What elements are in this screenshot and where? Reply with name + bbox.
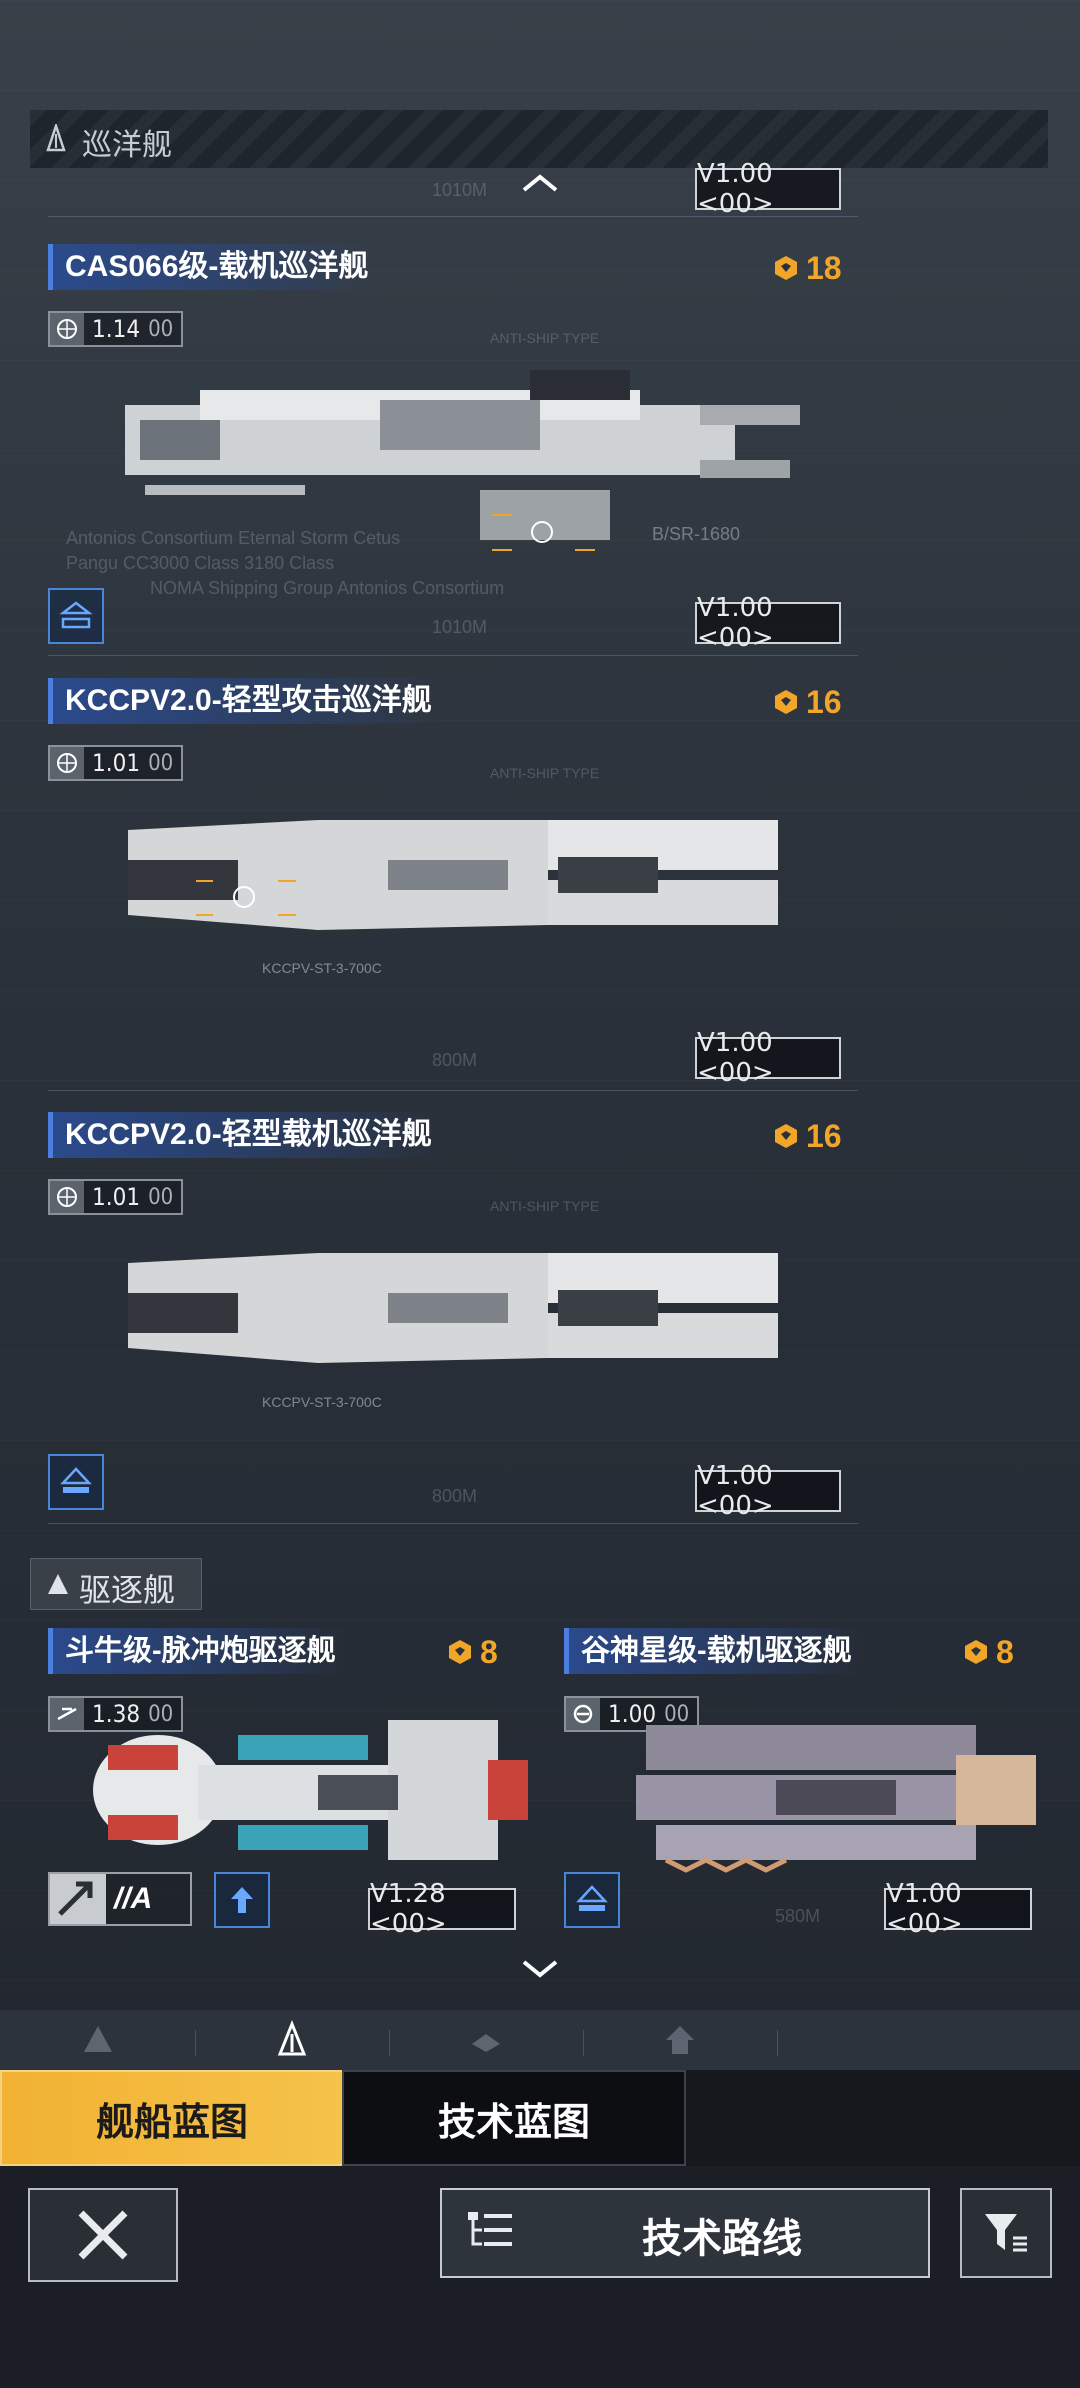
blueprint-length: 580M xyxy=(775,1906,821,1926)
role-tag: //A xyxy=(48,1872,192,1926)
cost-icon xyxy=(775,1124,797,1148)
globe-icon xyxy=(50,1181,84,1213)
cost-icon xyxy=(775,256,797,280)
blueprint-version: V1.00 <00> xyxy=(695,593,841,653)
tab-ship-blueprints[interactable]: 舰船蓝图 xyxy=(0,2070,344,2166)
cruiser-section-header: 巡洋舰 xyxy=(30,110,1048,168)
close-button[interactable] xyxy=(28,2188,178,2282)
blueprint-line xyxy=(48,1090,858,1091)
globe-icon xyxy=(50,313,84,345)
cost-value: 16 xyxy=(806,683,842,720)
tab-separator xyxy=(195,2030,196,2056)
ship-image-taurus xyxy=(93,1720,528,1860)
top-blueprint-version: V1.00 <00> xyxy=(695,159,841,219)
blueprint-version: V1.00 <00> xyxy=(695,1461,841,1521)
ship-version: 1.14 00 xyxy=(48,311,184,347)
ship-title: CAS066级-载机巡洋舰 xyxy=(48,244,381,290)
cost-icon xyxy=(775,690,797,714)
blueprint-length: 1010M xyxy=(432,617,488,637)
ship-cost: 8 xyxy=(446,1632,498,1672)
ship-version: 1.01 00 xyxy=(48,1179,184,1215)
category-tab-bar xyxy=(0,2010,1080,2070)
route-icon xyxy=(468,2212,512,2246)
ship-title: 谷神星级-载机驱逐舰 xyxy=(564,1628,864,1674)
blueprint-type: ANTI-SHIP TYPE xyxy=(490,765,600,781)
role-tag-label: //A xyxy=(114,1882,153,1915)
attack-icon xyxy=(50,1874,106,1924)
cost-value: 8 xyxy=(996,1633,1014,1670)
scroll-up-icon[interactable] xyxy=(520,172,560,194)
blueprint-type: ANTI-SHIP TYPE xyxy=(490,330,600,346)
cruiser-icon xyxy=(46,124,66,152)
tab-separator xyxy=(389,2030,390,2056)
action-bar: 技术路线 xyxy=(0,2166,1080,2388)
version-value: 1.01 xyxy=(92,1183,141,1211)
cost-value: 16 xyxy=(806,1117,842,1154)
blueprint-version: V1.00 <00> xyxy=(695,1028,841,1088)
ship-title: KCCPV2.0-轻型载机巡洋舰 xyxy=(48,1112,444,1158)
blueprint-type: ANTI-SHIP TYPE xyxy=(490,1198,600,1214)
frigate-category-icon[interactable] xyxy=(660,2020,700,2060)
ship-image-kccpv-attack xyxy=(128,820,778,930)
blueprint-tab-row: 舰船蓝图 技术蓝图 xyxy=(0,2070,1080,2166)
ship-cost: 16 xyxy=(772,682,842,722)
blueprint-length: 1010M xyxy=(432,180,488,200)
blueprint-line xyxy=(48,655,858,656)
ship-image-ceres xyxy=(636,1725,1036,1873)
blueprint-type-icon xyxy=(48,1454,104,1510)
ship-title: KCCPV2.0-轻型攻击巡洋舰 xyxy=(48,678,444,724)
cruiser-category-icon[interactable] xyxy=(272,2020,312,2060)
close-icon xyxy=(78,2210,128,2260)
blueprint-type-icon xyxy=(564,1872,620,1928)
ship-image-kccpv-carrier xyxy=(128,1253,778,1363)
version-value: 1.01 xyxy=(92,749,141,777)
tech-route-button[interactable]: 技术路线 xyxy=(440,2188,930,2278)
destroyer-section-header: 驱逐舰 xyxy=(30,1558,202,1610)
upgrade-icon xyxy=(214,1872,270,1928)
scroll-down-icon[interactable] xyxy=(520,1958,560,1980)
destroyer-category-icon[interactable] xyxy=(466,2020,506,2060)
blueprint-code: KCCPV-ST-3-700C xyxy=(262,1394,382,1410)
faction-icon xyxy=(50,1698,84,1730)
tab-tech-blueprints[interactable]: 技术蓝图 xyxy=(342,2070,686,2166)
filter-icon xyxy=(985,2214,1027,2252)
version-value: 1.14 xyxy=(92,315,141,343)
tech-route-label: 技术路线 xyxy=(642,2217,802,2261)
ship-image-cas066 xyxy=(125,370,800,551)
ship-cost: 8 xyxy=(962,1632,1014,1672)
destroyer-icon xyxy=(48,1574,68,1594)
blueprint-caption: NOMA Shipping Group Antonios Consortium xyxy=(150,578,505,598)
blueprint-line xyxy=(48,1523,858,1524)
tab-separator xyxy=(777,2030,778,2056)
version-suffix: 00 xyxy=(148,316,174,342)
cost-icon xyxy=(965,1640,987,1664)
ship-version: 1.01 00 xyxy=(48,745,184,781)
cost-value: 18 xyxy=(806,249,842,286)
version-suffix: 00 xyxy=(148,1184,174,1210)
ship-cost: 18 xyxy=(772,248,842,288)
destroyer-section-title: 驱逐舰 xyxy=(79,1572,176,1608)
carrier-category-icon[interactable] xyxy=(78,2020,118,2060)
blueprint-type-icon xyxy=(48,588,104,644)
cost-icon xyxy=(449,1640,471,1664)
tab-separator xyxy=(583,2030,584,2056)
globe-icon xyxy=(50,747,84,779)
blueprint-version: V1.28 <00> xyxy=(368,1879,516,1939)
cost-value: 8 xyxy=(480,1633,498,1670)
blueprint-code: KCCPV-ST-3-700C xyxy=(262,960,382,976)
blueprint-version: V1.00 <00> xyxy=(884,1879,1032,1939)
blueprint-length: 800M xyxy=(432,1050,478,1070)
cruiser-section-title: 巡洋舰 xyxy=(82,129,172,162)
faction-icon xyxy=(566,1698,600,1730)
filter-button[interactable] xyxy=(960,2188,1052,2278)
ship-title: 斗牛级-脉冲炮驱逐舰 xyxy=(48,1628,348,1674)
blueprint-length: 800M xyxy=(432,1486,478,1506)
ship-cost: 16 xyxy=(772,1116,842,1156)
version-suffix: 00 xyxy=(148,750,174,776)
